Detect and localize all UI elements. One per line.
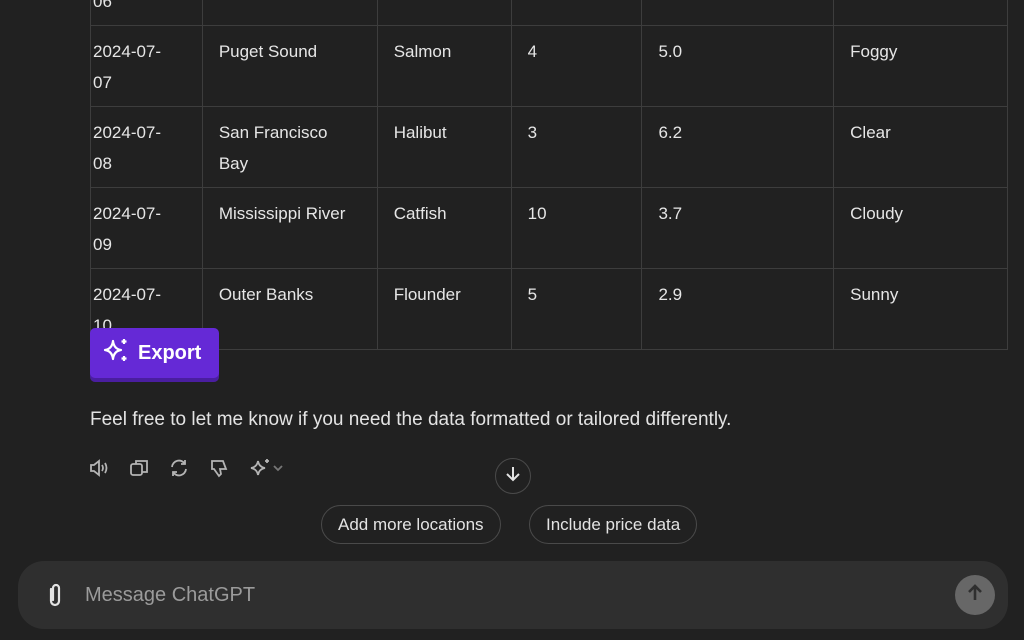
table-cell: Halibut [377,107,511,188]
table-cell: Mississippi River [202,188,377,269]
table-cell: Flounder [377,269,511,350]
table-cell [377,0,511,26]
table-row: 2024-07-10Outer BanksFlounder52.9Sunny [91,269,1008,350]
table-cell: 3 [511,107,642,188]
table-cell: 4 [511,26,642,107]
export-button[interactable]: Export [90,328,219,378]
table-cell [202,0,377,26]
regenerate-icon[interactable] [168,457,190,479]
table-cell: 6.2 [642,107,834,188]
assistant-message: Feel free to let me know if you need the… [90,409,731,431]
arrow-down-icon [504,465,522,488]
table-cell: 2024-07-06 [91,0,203,26]
table-cell: Sunny [834,269,1008,350]
message-composer: Message ChatGPT [18,561,1008,629]
table-cell: 5.0 [642,26,834,107]
table-cell: 2.9 [642,269,834,350]
model-switch-icon[interactable] [248,457,286,479]
table-cell [642,0,834,26]
table-cell: Catfish [377,188,511,269]
suggestion-add-more-locations[interactable]: Add more locations [321,505,501,544]
read-aloud-icon[interactable] [88,457,110,479]
table-cell: 5 [511,269,642,350]
table-row: 2024-07-09Mississippi RiverCatfish103.7C… [91,188,1008,269]
message-actions [88,457,286,479]
table-row: 2024-07-07Puget SoundSalmon45.0Foggy [91,26,1008,107]
table-cell: Foggy [834,26,1008,107]
arrow-up-icon [965,583,985,608]
table-row: 2024-07-08San Francisco BayHalibut36.2Cl… [91,107,1008,188]
table-cell: Cloudy [834,188,1008,269]
table-cell: San Francisco Bay [202,107,377,188]
table-cell [834,0,1008,26]
table-cell: 10 [511,188,642,269]
thumbs-down-icon[interactable] [208,457,230,479]
table-cell: 2024-07-08 [91,107,203,188]
message-input[interactable]: Message ChatGPT [85,584,255,607]
table-cell: 2024-07-07 [91,26,203,107]
data-table: 2024-07-062024-07-07Puget SoundSalmon45.… [90,0,1008,350]
table-cell: Outer Banks [202,269,377,350]
attach-icon[interactable] [42,581,68,614]
send-button[interactable] [955,575,995,615]
table-cell: Puget Sound [202,26,377,107]
table-cell: 3.7 [642,188,834,269]
suggestion-include-price-data[interactable]: Include price data [529,505,697,544]
scroll-down-button[interactable] [495,458,531,494]
table-cell: 2024-07-09 [91,188,203,269]
export-label: Export [138,342,201,365]
copy-icon[interactable] [128,457,150,479]
table-cell: Salmon [377,26,511,107]
table-cell: Clear [834,107,1008,188]
table-row: 2024-07-06 [91,0,1008,26]
sparkle-icon [102,336,130,370]
table-cell [511,0,642,26]
